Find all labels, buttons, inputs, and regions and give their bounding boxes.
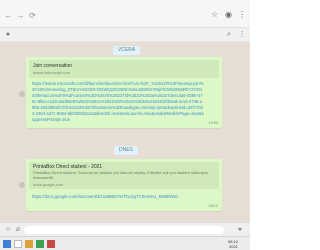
back-arrow-icon[interactable]: ←	[4, 11, 13, 20]
account-icon[interactable]: ◉	[225, 10, 232, 20]
app-icon[interactable]	[47, 240, 55, 248]
browser-toolbar: ← → ⟳ ☆ ◉ ⋮	[0, 0, 250, 28]
contact-avatar[interactable]: ●	[4, 31, 12, 39]
message-composer: ☺ ⌀ ●	[0, 222, 250, 236]
forward-icon[interactable]	[19, 91, 25, 97]
search-icon[interactable]	[14, 240, 22, 248]
emoji-icon[interactable]: ☺	[4, 226, 12, 234]
microphone-icon[interactable]: ●	[236, 226, 244, 234]
preview-title: Join conversation	[33, 63, 72, 69]
file-explorer-icon[interactable]	[25, 240, 33, 248]
preview-domain: docs.google.com	[33, 182, 64, 187]
clock-date: 2021	[229, 244, 238, 249]
forward-icon[interactable]	[19, 182, 25, 188]
link-preview[interactable]: Join conversation teams.microsoft.com	[29, 60, 219, 78]
chat-header: ● ⌕ ⋮	[0, 28, 250, 42]
message-input[interactable]	[24, 226, 224, 234]
message-bubble[interactable]: PrintaBox Direct stažení - 2021 PrintaBo…	[26, 159, 222, 211]
date-separator: DNES	[114, 146, 138, 155]
message-link[interactable]: https://docs.google.com/document/d/1sw9B…	[32, 194, 204, 206]
date-separator: VCERA	[113, 46, 141, 55]
start-icon[interactable]	[3, 240, 11, 248]
message-bubble[interactable]: Join conversation teams.microsoft.com ht…	[26, 57, 222, 128]
reload-icon[interactable]: ⟳	[28, 11, 37, 20]
search-icon[interactable]: ⌕	[225, 31, 233, 39]
preview-description: PrintaBox Direct stažení. Soubory ke sta…	[33, 170, 208, 181]
forward-arrow-icon[interactable]: →	[16, 11, 25, 20]
attach-icon[interactable]: ⌀	[14, 226, 22, 234]
link-preview[interactable]: PrintaBox Direct stažení - 2021 PrintaBo…	[29, 162, 219, 189]
message-time: 19:04	[208, 121, 218, 125]
conversation-panel: VCERA Join conversation teams.microsoft.…	[0, 42, 250, 222]
os-taskbar: 08:12 2021	[0, 236, 250, 250]
more-options-icon[interactable]: ⋮	[238, 31, 246, 39]
preview-domain: teams.microsoft.com	[33, 70, 70, 75]
star-icon[interactable]: ☆	[211, 10, 218, 20]
message-link[interactable]: https://teams.microsoft.com/dl/launcher/…	[32, 81, 204, 122]
app-window: ← → ⟳ ☆ ◉ ⋮ ● ⌕ ⋮ VCERA Join conversatio…	[0, 0, 250, 250]
menu-icon[interactable]: ⋮	[238, 10, 246, 20]
browser-icon[interactable]	[36, 240, 44, 248]
message-time: 08:12	[208, 204, 218, 208]
